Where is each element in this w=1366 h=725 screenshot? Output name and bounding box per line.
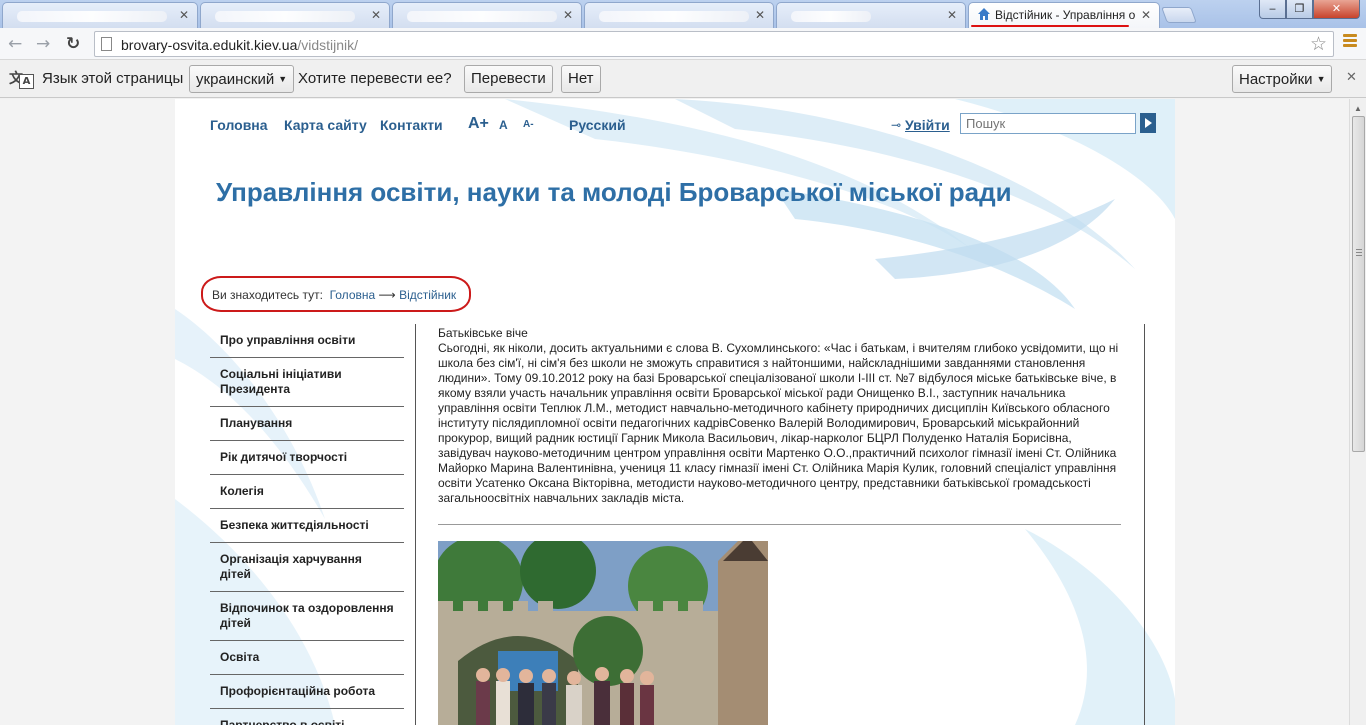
scroll-up-arrow-icon[interactable]: ▲ — [1354, 104, 1362, 113]
font-size-normal[interactable]: A — [499, 118, 508, 132]
sidebar-item[interactable]: Колегія — [210, 475, 404, 509]
page-viewport: Головна Карта сайту Контакти A+ A A- Рус… — [0, 99, 1349, 725]
close-tab-icon[interactable]: ✕ — [1141, 8, 1151, 22]
browser-tab[interactable]: ✕ — [200, 2, 390, 28]
no-button[interactable]: Нет — [561, 65, 601, 93]
active-tab-title: Відстійник - Управління освіти — [995, 8, 1135, 22]
sidebar-item[interactable]: Рік дитячої творчості — [210, 441, 404, 475]
minimize-button[interactable]: ‒ — [1259, 0, 1286, 19]
sidebar-item[interactable]: Організація харчування дітей — [210, 543, 404, 592]
reload-icon[interactable]: ↻ — [66, 34, 80, 54]
bookmark-star-icon[interactable]: ☆ — [1310, 33, 1327, 55]
key-icon: ⊸ — [891, 118, 902, 132]
translate-question: Хотите перевести ее? — [298, 70, 452, 87]
article: Батьківське віче Сьогодні, як ніколи, до… — [438, 326, 1121, 725]
page-icon — [101, 37, 112, 51]
nav-sitemap-link[interactable]: Карта сайту — [284, 117, 367, 133]
column-divider — [1144, 324, 1145, 725]
sidebar-item[interactable]: Партнерство в освіті — [210, 709, 404, 725]
annotation-circle — [201, 276, 471, 312]
browser-tab[interactable]: ✕ — [584, 2, 774, 28]
article-body: Сьогодні, як ніколи, досить актуальними … — [438, 341, 1119, 505]
font-size-decrease[interactable]: A- — [523, 119, 534, 130]
article-heading: Батьківське віче — [438, 326, 528, 340]
translate-button[interactable]: Перевести — [464, 65, 553, 93]
active-browser-tab[interactable]: Відстійник - Управління освіти ✕ — [968, 2, 1160, 28]
language-select[interactable]: украинский ▼ — [189, 65, 295, 93]
vertical-scrollbar[interactable]: ▲ — [1349, 99, 1366, 725]
close-tab-icon[interactable]: ✕ — [371, 8, 381, 22]
sidebar-item[interactable]: Безпека життєдіяльності — [210, 509, 404, 543]
browser-tab[interactable]: ✕ — [392, 2, 582, 28]
sidebar-item[interactable]: Про управління освіти — [210, 324, 404, 358]
close-tab-icon[interactable]: ✕ — [755, 8, 765, 22]
translate-settings-button[interactable]: Настройки ▼ — [1232, 65, 1333, 93]
address-bar[interactable]: brovary-osvita.edukit.kiev.ua/vidstijnik… — [94, 31, 1334, 57]
close-tab-icon[interactable]: ✕ — [179, 8, 189, 22]
column-divider — [415, 324, 416, 725]
close-tab-icon[interactable]: ✕ — [563, 8, 573, 22]
translate-icon: 文A — [9, 68, 34, 90]
photo-illustration — [438, 541, 768, 725]
sidebar-item[interactable]: Соціальні ініціативи Президента — [210, 358, 404, 407]
annotation-underline — [971, 25, 1129, 27]
maximize-button[interactable]: ❐ — [1286, 0, 1313, 19]
sidebar-item[interactable]: Відпочинок та оздоровлення дітей — [210, 592, 404, 641]
site-container: Головна Карта сайту Контакти A+ A A- Рус… — [175, 99, 1175, 725]
nav-contacts-link[interactable]: Контакти — [380, 117, 443, 133]
scrollbar-thumb[interactable] — [1352, 116, 1365, 452]
tab-strip: ✕ ✕ ✕ ✕ ✕ Відстійник - Управління освіти… — [0, 0, 1366, 28]
browser-tab[interactable]: ✕ — [776, 2, 966, 28]
sidebar-item[interactable]: Планування — [210, 407, 404, 441]
language-link[interactable]: Русский — [569, 117, 626, 133]
sidebar-item[interactable]: Профорієнтаційна робота — [210, 675, 404, 709]
article-divider — [438, 524, 1121, 525]
close-infobar-icon[interactable]: ✕ — [1346, 70, 1357, 85]
forward-arrow-icon[interactable]: → — [36, 34, 50, 54]
browser-toolbar: ← → ↻ brovary-osvita.edukit.kiev.ua/vids… — [0, 28, 1366, 60]
login-link[interactable]: Увійти — [905, 117, 950, 133]
site-title: Управління освіти, науки та молоді Брова… — [216, 177, 1012, 207]
article-photo[interactable] — [438, 541, 768, 725]
back-arrow-icon[interactable]: ← — [8, 34, 22, 54]
close-tab-icon[interactable]: ✕ — [947, 8, 957, 22]
window-close-button[interactable]: ✕ — [1313, 0, 1360, 19]
sidebar-menu: Про управління освіти Соціальні ініціати… — [210, 324, 404, 725]
font-size-increase[interactable]: A+ — [468, 115, 489, 133]
search-input[interactable] — [960, 113, 1136, 134]
translate-prompt: Язык этой страницы — [42, 70, 184, 87]
browser-tab[interactable]: ✕ — [2, 2, 198, 28]
new-tab-button[interactable] — [1161, 7, 1197, 23]
nav-home-link[interactable]: Головна — [210, 117, 268, 133]
sidebar-item[interactable]: Освіта — [210, 641, 404, 675]
search-go-button[interactable] — [1140, 113, 1156, 133]
home-icon — [978, 8, 990, 20]
url-text[interactable]: brovary-osvita.edukit.kiev.ua/vidstijnik… — [121, 37, 358, 53]
translate-infobar: 文A Язык этой страницы украинский ▼ Хотите… — [0, 60, 1366, 98]
menu-icon[interactable] — [1343, 34, 1357, 50]
